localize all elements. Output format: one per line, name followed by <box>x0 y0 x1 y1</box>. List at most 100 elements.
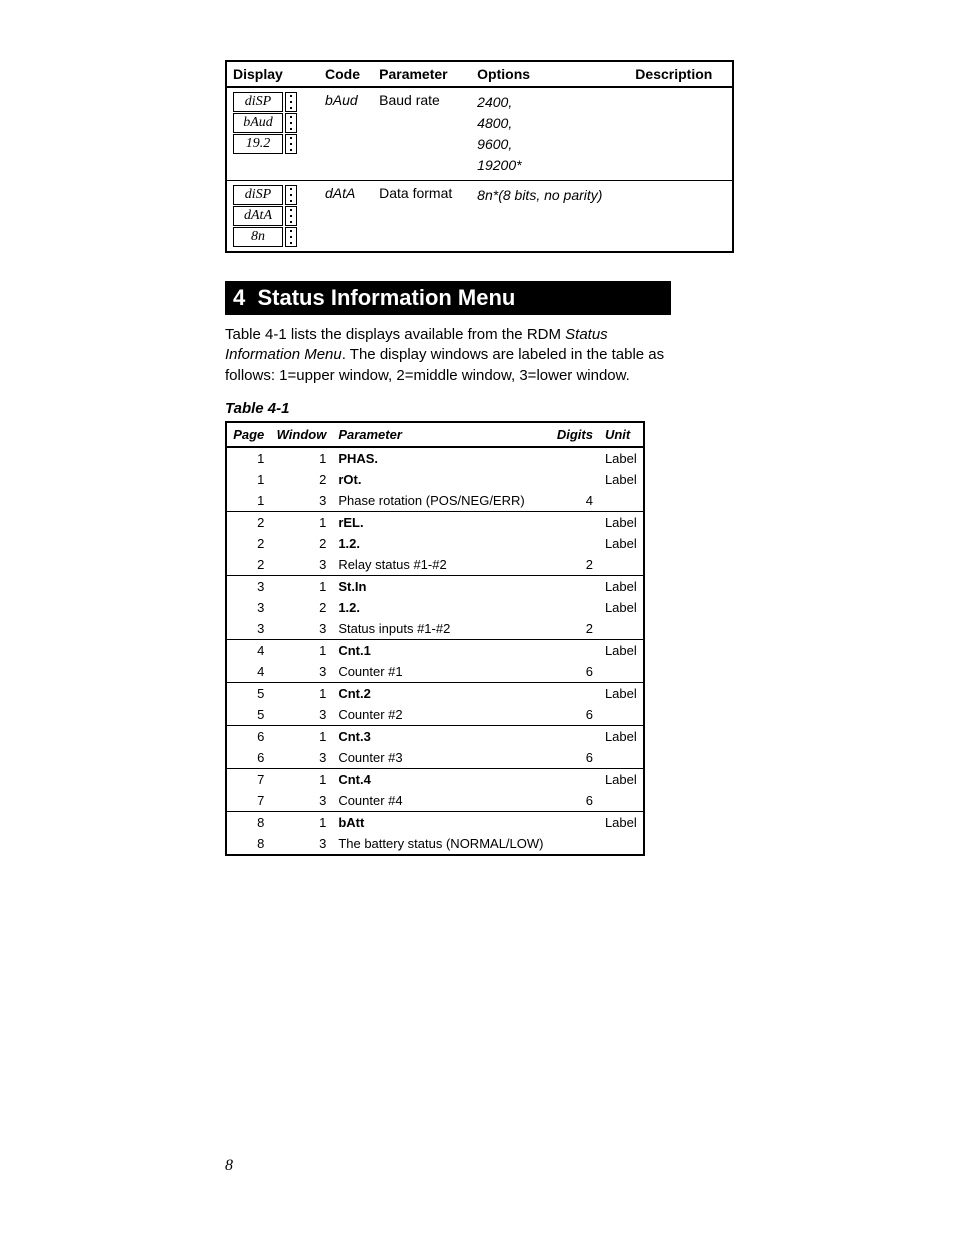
unit-cell: Label <box>599 469 644 490</box>
table-row: 73Counter #46 <box>226 790 644 812</box>
page-cell: 4 <box>226 661 270 683</box>
display-window-value: diSP <box>233 185 283 205</box>
page-cell: 4 <box>226 639 270 661</box>
page-cell: 3 <box>226 575 270 597</box>
digits-cell <box>551 639 599 661</box>
page-cell: 2 <box>226 554 270 576</box>
digits-cell: 6 <box>551 661 599 683</box>
digits-cell <box>551 575 599 597</box>
page-cell: 6 <box>226 725 270 747</box>
display-window-side-icon <box>285 206 297 226</box>
page-cell: 5 <box>226 704 270 726</box>
page-cell: 3 <box>226 597 270 618</box>
display-window-side-icon <box>285 134 297 154</box>
display-window: 8n <box>233 227 297 247</box>
unit-cell <box>599 747 644 769</box>
window-cell: 2 <box>270 469 332 490</box>
description-cell <box>629 181 733 253</box>
display-stack: diSPbAud19.2 <box>233 92 297 154</box>
table-row: 33Status inputs #1-#22 <box>226 618 644 640</box>
window-cell: 3 <box>270 704 332 726</box>
window-cell: 1 <box>270 811 332 833</box>
window-cell: 1 <box>270 682 332 704</box>
unit-cell: Label <box>599 768 644 790</box>
display-stack: diSPdAtA8n <box>233 185 297 247</box>
parameter-cell: Cnt.3 <box>332 725 550 747</box>
digits-cell <box>551 811 599 833</box>
unit-cell <box>599 554 644 576</box>
parameter-cell: Cnt.4 <box>332 768 550 790</box>
parameter-cell: bAtt <box>332 811 550 833</box>
parameter-cell: The battery status (NORMAL/LOW) <box>332 833 550 855</box>
table-row: diSPbAud19.2bAudBaud rate2400,4800,9600,… <box>226 87 733 181</box>
parameter-cell: Counter #3 <box>332 747 550 769</box>
table-row: 71Cnt.4Label <box>226 768 644 790</box>
document-page: Display Code Parameter Options Descripti… <box>0 0 954 1235</box>
window-cell: 1 <box>270 639 332 661</box>
unit-cell: Label <box>599 725 644 747</box>
table-row: 23Relay status #1-#22 <box>226 554 644 576</box>
col-description: Description <box>629 61 733 87</box>
display-window-value: bAud <box>233 113 283 133</box>
window-cell: 2 <box>270 533 332 554</box>
col-digits: Digits <box>551 422 599 447</box>
unit-cell: Label <box>599 811 644 833</box>
display-window-value: 8n <box>233 227 283 247</box>
display-window-side-icon <box>285 92 297 112</box>
display-cell: diSPdAtA8n <box>226 181 319 253</box>
digits-cell <box>551 469 599 490</box>
window-cell: 1 <box>270 511 332 533</box>
parameter-cell: rOt. <box>332 469 550 490</box>
col-parameter: Parameter <box>373 61 471 87</box>
window-cell: 3 <box>270 490 332 512</box>
window-cell: 1 <box>270 447 332 469</box>
display-window-side-icon <box>285 185 297 205</box>
section-number: 4 <box>233 285 245 310</box>
window-cell: 3 <box>270 554 332 576</box>
unit-cell <box>599 618 644 640</box>
page-cell: 2 <box>226 511 270 533</box>
option-value: 8n*(8 bits, no parity) <box>477 185 623 206</box>
page-cell: 7 <box>226 790 270 812</box>
table-row: 21rEL.Label <box>226 511 644 533</box>
window-cell: 3 <box>270 661 332 683</box>
digits-cell: 6 <box>551 747 599 769</box>
unit-cell: Label <box>599 533 644 554</box>
window-cell: 2 <box>270 597 332 618</box>
display-window: 19.2 <box>233 134 297 154</box>
digits-cell <box>551 597 599 618</box>
col-options: Options <box>471 61 629 87</box>
window-cell: 3 <box>270 747 332 769</box>
display-window-value: 19.2 <box>233 134 283 154</box>
digits-cell: 6 <box>551 704 599 726</box>
option-value: 9600, <box>477 134 623 155</box>
page-cell: 8 <box>226 833 270 855</box>
display-window-side-icon <box>285 227 297 247</box>
table-row: 321.2.Label <box>226 597 644 618</box>
parameter-cell: Counter #4 <box>332 790 550 812</box>
parameter-cell: Counter #1 <box>332 661 550 683</box>
digits-cell <box>551 511 599 533</box>
page-cell: 1 <box>226 490 270 512</box>
page-cell: 8 <box>226 811 270 833</box>
window-cell: 1 <box>270 575 332 597</box>
col-parameter: Parameter <box>332 422 550 447</box>
digits-cell <box>551 768 599 790</box>
parameter-cell: PHAS. <box>332 447 550 469</box>
table-header-row: Page Window Parameter Digits Unit <box>226 422 644 447</box>
page-cell: 1 <box>226 469 270 490</box>
page-cell: 2 <box>226 533 270 554</box>
digits-cell <box>551 447 599 469</box>
col-page: Page <box>226 422 270 447</box>
parameter-cell: St.In <box>332 575 550 597</box>
window-cell: 1 <box>270 725 332 747</box>
parameter-cell: 1.2. <box>332 533 550 554</box>
table-row: 11PHAS.Label <box>226 447 644 469</box>
table-row: 61Cnt.3 Label <box>226 725 644 747</box>
table-row: 13Phase rotation (POS/NEG/ERR)4 <box>226 490 644 512</box>
display-window-value: diSP <box>233 92 283 112</box>
col-display: Display <box>226 61 319 87</box>
page-cell: 1 <box>226 447 270 469</box>
table-row: diSPdAtA8ndAtAData format8n*(8 bits, no … <box>226 181 733 253</box>
unit-cell <box>599 704 644 726</box>
